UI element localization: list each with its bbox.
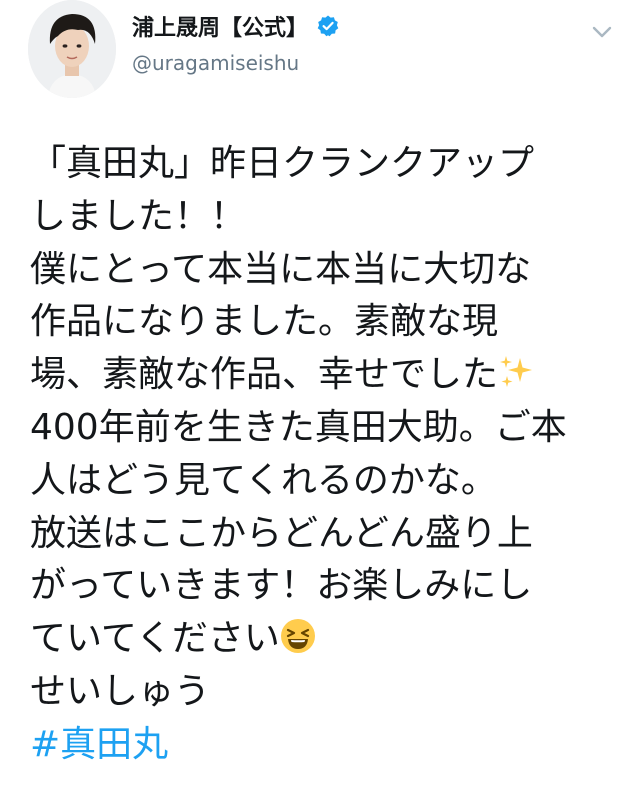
laughing-face-emoji <box>280 617 316 654</box>
verified-badge-icon <box>316 14 340 38</box>
user-handle[interactable]: @uragamiseishu <box>132 51 299 75</box>
tweet-line: せいしゅう <box>30 670 211 712</box>
tweet-line: 400年前を生きた真田大助。ご本 <box>30 406 567 448</box>
display-name[interactable]: 浦上晟周【公式】 <box>132 10 308 42</box>
hashtag-link[interactable]: #真田丸 <box>30 724 168 765</box>
tweet-line: しました！！ <box>30 195 247 237</box>
tweet-line: がっていきます！お楽しみにし <box>30 565 533 607</box>
sparkles-emoji <box>498 353 534 389</box>
tweet-line: 人はどう見てくれるのかな。 <box>30 459 497 501</box>
tweet-text: 「真田丸」昨日クランクアップ しました！！ 僕にとって本当に本当に大切な 作品に… <box>30 138 620 772</box>
tweet-line-with-emoji: ていてください <box>30 613 620 666</box>
tweet-line: 「真田丸」昨日クランクアップ <box>30 143 535 184</box>
tweet-line: 場、素敵な作品、幸せでした <box>30 354 499 396</box>
avatar[interactable] <box>28 0 116 98</box>
tweet-line: 放送はここからどんどん盛り上 <box>30 512 533 554</box>
tweet-line-with-emoji: 場、素敵な作品、幸せでした <box>30 349 620 402</box>
tweet-line: 僕にとって本当に本当に大切な <box>30 248 532 290</box>
tweet-line: 作品になりました。素敵な現 <box>30 301 499 343</box>
avatar-photo <box>28 0 116 98</box>
hashtag-line: #真田丸 <box>30 719 620 772</box>
tweet-line: ていてください <box>30 618 280 660</box>
author-name-row[interactable]: 浦上晟周【公式】 <box>132 10 340 42</box>
chevron-down-icon[interactable] <box>588 18 616 46</box>
